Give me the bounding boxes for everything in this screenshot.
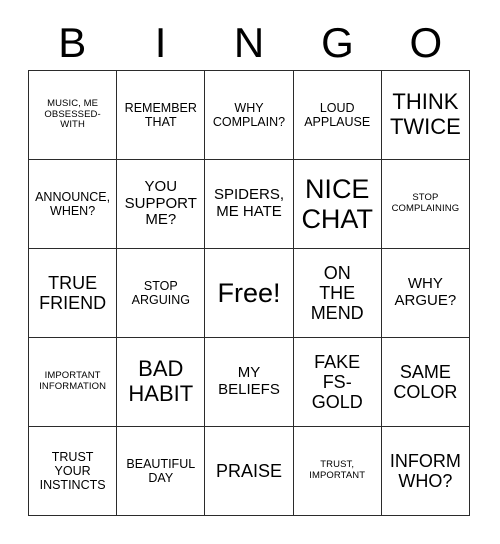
bingo-cell-b-1[interactable]: MUSIC, ME OBSESSED- WITH [29, 71, 118, 160]
bingo-cell-n-1[interactable]: WHY COMPLAIN? [205, 71, 294, 160]
bingo-cell-label: SAME COLOR [393, 361, 458, 402]
bingo-cell-g-3[interactable]: ON THE MEND [293, 249, 382, 338]
bingo-grid: MUSIC, ME OBSESSED- WITH REMEMBER THAT WHY… [28, 70, 470, 516]
bingo-cell-i-2[interactable]: YOU SUPPORT ME? [117, 160, 206, 249]
bingo-cell-label: THINK TWICE [389, 89, 461, 139]
bingo-cell-label: Free! [217, 277, 281, 308]
bingo-cell-n-4[interactable]: MY BELIEFS [205, 338, 294, 427]
bingo-cell-label: TRUST YOUR INSTINCTS [39, 450, 106, 492]
bingo-cell-o-3[interactable]: WHY ARGUE? [381, 249, 470, 338]
bingo-cell-label: FAKE FS- GOLD [311, 351, 363, 413]
bingo-card: B I N G O MUSIC, ME OBSESSED- WITH REMEMB… [0, 0, 500, 544]
bingo-cell-label: NICE CHAT [301, 173, 373, 234]
bingo-cell-label: INFORM WHO? [389, 450, 461, 491]
bingo-cell-o-2[interactable]: STOP COMPLAINING [381, 160, 470, 249]
bingo-cell-b-5[interactable]: TRUST YOUR INSTINCTS [29, 427, 118, 516]
bingo-cell-g-5[interactable]: TRUST, IMPORTANT [293, 427, 382, 516]
bingo-cell-g-2[interactable]: NICE CHAT [293, 160, 382, 249]
header-letter-o: O [409, 19, 443, 66]
header-letter-i: I [154, 19, 167, 66]
bingo-cell-label: BAD HABIT [128, 356, 194, 406]
bingo-cell-label: LOUD APPLAUSE [304, 101, 371, 129]
header-letter-b: B [58, 19, 87, 66]
bingo-cell-o-4[interactable]: SAME COLOR [381, 338, 470, 427]
bingo-cell-label: REMEMBER THAT [124, 101, 197, 129]
bingo-cell-b-3[interactable]: TRUE FRIEND [29, 249, 118, 338]
header-letter-n: N [233, 19, 265, 66]
bingo-cell-label: MUSIC, ME OBSESSED- WITH [44, 98, 101, 131]
bingo-cell-label: PRAISE [215, 460, 282, 481]
bingo-cell-n-5[interactable]: PRAISE [205, 427, 294, 516]
bingo-cell-g-4[interactable]: FAKE FS- GOLD [293, 338, 382, 427]
bingo-cell-label: TRUST, IMPORTANT [309, 459, 366, 481]
bingo-cell-label: TRUE FRIEND [39, 272, 107, 313]
bingo-cell-label: BEAUTIFUL DAY [126, 457, 196, 485]
bingo-cell-label: MY BELIEFS [218, 364, 280, 398]
bingo-cell-label: ON THE MEND [310, 262, 364, 324]
bingo-cell-label: ANNOUNCE, WHEN? [35, 190, 111, 218]
bingo-cell-i-4[interactable]: BAD HABIT [117, 338, 206, 427]
bingo-header: B I N G O [28, 16, 470, 70]
header-letter-g: G [321, 19, 354, 66]
bingo-cell-n-2[interactable]: SPIDERS, ME HATE [205, 160, 294, 249]
bingo-cell-i-1[interactable]: REMEMBER THAT [117, 71, 206, 160]
bingo-cell-i-3[interactable]: STOP ARGUING [117, 249, 206, 338]
bingo-cell-g-1[interactable]: LOUD APPLAUSE [293, 71, 382, 160]
bingo-cell-label: WHY ARGUE? [394, 275, 457, 309]
bingo-cell-label: IMPORTANT INFORMATION [39, 370, 107, 392]
bingo-cell-n-3[interactable]: Free! [205, 249, 294, 338]
bingo-cell-b-2[interactable]: ANNOUNCE, WHEN? [29, 160, 118, 249]
bingo-cell-label: WHY COMPLAIN? [212, 101, 286, 129]
bingo-cell-label: SPIDERS, ME HATE [213, 186, 284, 220]
bingo-cell-i-5[interactable]: BEAUTIFUL DAY [117, 427, 206, 516]
bingo-cell-label: STOP ARGUING [131, 279, 190, 307]
bingo-cell-b-4[interactable]: IMPORTANT INFORMATION [29, 338, 118, 427]
bingo-cell-o-1[interactable]: THINK TWICE [381, 71, 470, 160]
bingo-cell-label: YOU SUPPORT ME? [124, 177, 197, 229]
bingo-cell-o-5[interactable]: INFORM WHO? [381, 427, 470, 516]
bingo-cell-label: STOP COMPLAINING [391, 192, 460, 214]
